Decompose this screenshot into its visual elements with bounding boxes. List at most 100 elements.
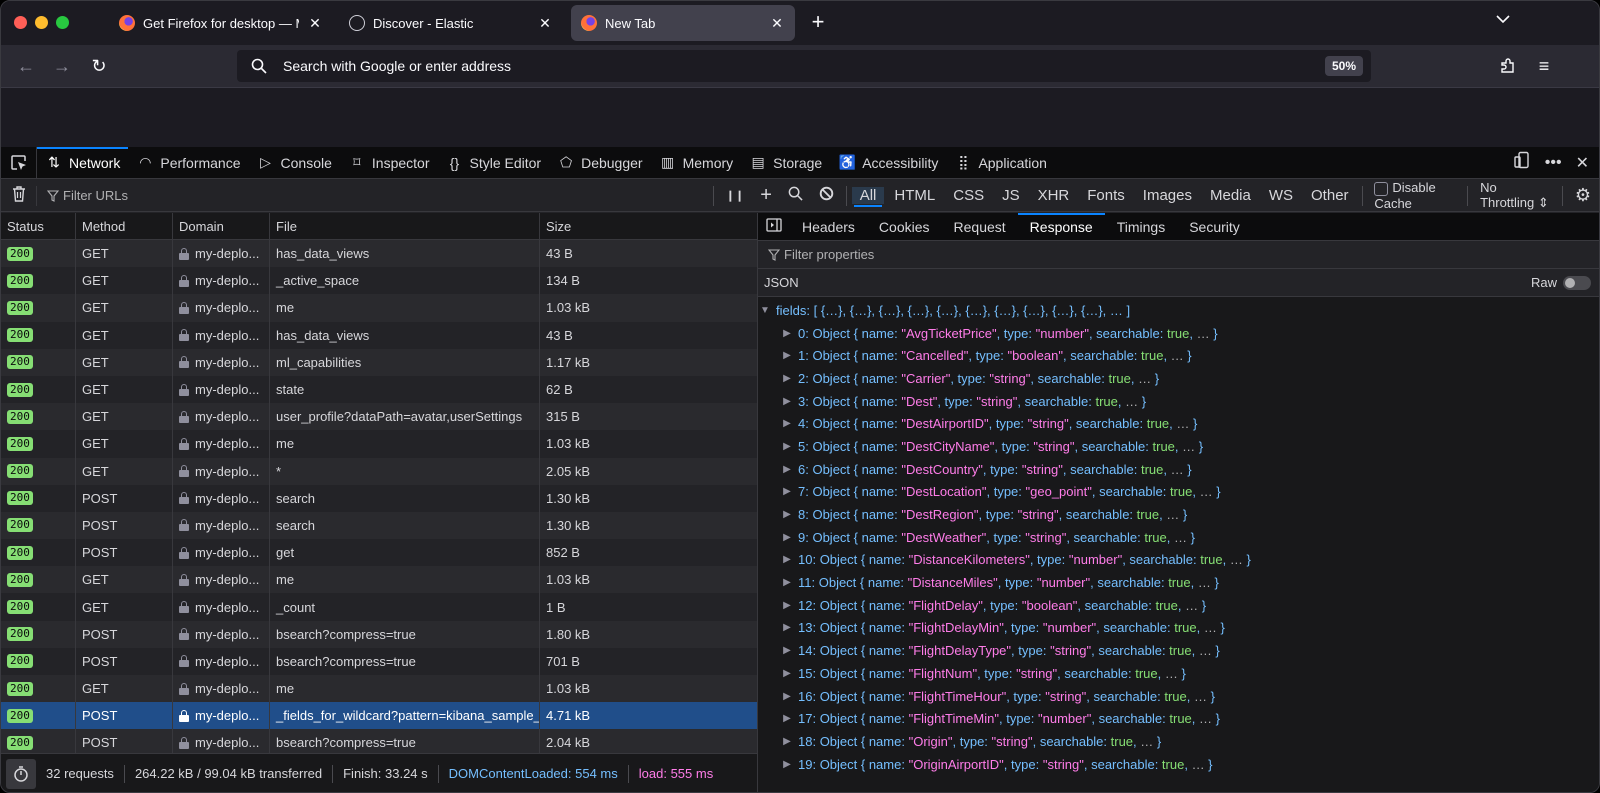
json-object-node[interactable]: ▶ 9: Object { name: "DestWeather", type: …: [758, 526, 1599, 549]
type-filter-all[interactable]: All: [851, 187, 885, 207]
request-row[interactable]: 200 POST my-deplo... bsearch?compress=true 7…: [1, 647, 757, 675]
reload-button[interactable]: ↻: [86, 53, 112, 79]
json-object-node[interactable]: ▶ 13: Object { name: "FlightDelayMin", ty…: [758, 617, 1599, 640]
tool-tab-memory[interactable]: ▥ Memory: [651, 147, 742, 179]
extensions-button[interactable]: [1495, 53, 1521, 79]
expanded-arrow-icon[interactable]: ▼: [758, 305, 772, 316]
request-row[interactable]: 200 POST my-deplo... search 1.30 kB: [1, 484, 757, 512]
performance-analysis-button[interactable]: [6, 759, 36, 789]
request-row[interactable]: 200 GET my-deplo... me 1.03 kB: [1, 675, 757, 703]
forward-button[interactable]: →: [49, 53, 75, 79]
minimize-window-button[interactable]: [35, 16, 48, 29]
browser-tab-firefox[interactable]: Get Firefox for desktop — Mozilla ✕: [109, 5, 333, 41]
type-filter-media[interactable]: Media: [1202, 187, 1259, 204]
type-filter-other[interactable]: Other: [1303, 187, 1357, 204]
request-row[interactable]: 200 GET my-deplo... me 1.03 kB: [1, 430, 757, 458]
request-row[interactable]: 200 GET my-deplo... me 1.03 kB: [1, 294, 757, 322]
tool-tab-accessibility[interactable]: ♿ Accessibility: [830, 147, 946, 179]
add-request-button[interactable]: +: [752, 184, 780, 207]
request-row[interactable]: 200 POST my-deplo... bsearch?compress=true 2…: [1, 729, 757, 753]
tool-tab-debugger[interactable]: ⬠ Debugger: [549, 147, 651, 179]
back-button[interactable]: ←: [13, 53, 39, 79]
address-bar[interactable]: Search with Google or enter address 50%: [237, 50, 1371, 82]
json-object-node[interactable]: ▶ 16: Object { name: "FlightTimeHour", ty…: [758, 685, 1599, 708]
details-tab-timings[interactable]: Timings: [1105, 213, 1178, 241]
close-tab-icon[interactable]: ✕: [307, 15, 323, 32]
type-filter-images[interactable]: Images: [1135, 187, 1200, 204]
tool-tab-console[interactable]: ▷ Console: [249, 147, 340, 179]
request-row[interactable]: 200 POST my-deplo... bsearch?compress=true 1…: [1, 620, 757, 648]
throttling-select[interactable]: No Throttling ⇕: [1472, 180, 1558, 211]
search-requests-button[interactable]: [780, 186, 811, 205]
raw-toggle[interactable]: Raw: [1531, 275, 1591, 290]
json-object-node[interactable]: ▶ 15: Object { name: "FlightNum", type: "…: [758, 662, 1599, 685]
collapsed-arrow-icon[interactable]: ▶: [780, 418, 794, 429]
json-object-node[interactable]: ▶ 8: Object { name: "DestRegion", type: "…: [758, 503, 1599, 526]
json-object-node[interactable]: ▶ 3: Object { name: "Dest", type: "string…: [758, 390, 1599, 413]
details-tab-request[interactable]: Request: [942, 213, 1018, 241]
json-object-node[interactable]: ▶ 0: Object { name: "AvgTicketPrice", typ…: [758, 322, 1599, 345]
collapsed-arrow-icon[interactable]: ▶: [780, 668, 794, 679]
list-all-tabs-button[interactable]: [1495, 11, 1511, 30]
json-object-node[interactable]: ▶ 14: Object { name: "FlightDelayType", t…: [758, 639, 1599, 662]
column-header-domain[interactable]: Domain: [173, 213, 270, 239]
collapsed-arrow-icon[interactable]: ▶: [780, 486, 794, 497]
maximize-window-button[interactable]: [56, 16, 69, 29]
details-tab-headers[interactable]: Headers: [790, 213, 867, 241]
json-object-node[interactable]: ▶ 4: Object { name: "DestAirportID", type…: [758, 412, 1599, 435]
request-row[interactable]: 200 GET my-deplo... _active_space 134 B: [1, 267, 757, 295]
tool-tab-application[interactable]: ⣿ Application: [946, 147, 1055, 179]
details-tab-security[interactable]: Security: [1177, 213, 1252, 241]
element-picker-button[interactable]: [1, 146, 37, 179]
tool-tab-performance[interactable]: ◠ Performance: [128, 147, 248, 179]
json-object-node[interactable]: ▶ 2: Object { name: "Carrier", type: "str…: [758, 367, 1599, 390]
collapsed-arrow-icon[interactable]: ▶: [780, 554, 794, 565]
collapsed-arrow-icon[interactable]: ▶: [780, 713, 794, 724]
collapsed-arrow-icon[interactable]: ▶: [780, 645, 794, 656]
collapsed-arrow-icon[interactable]: ▶: [780, 691, 794, 702]
collapsed-arrow-icon[interactable]: ▶: [780, 509, 794, 520]
collapsed-arrow-icon[interactable]: ▶: [780, 464, 794, 475]
type-filter-js[interactable]: JS: [994, 187, 1028, 204]
close-tab-icon[interactable]: ✕: [769, 15, 785, 32]
request-row[interactable]: 200 POST my-deplo... get 852 B: [1, 539, 757, 567]
column-header-size[interactable]: Size: [540, 213, 757, 239]
tool-tab-storage[interactable]: ▤ Storage: [741, 147, 830, 179]
collapsed-arrow-icon[interactable]: ▶: [780, 532, 794, 543]
more-options-button[interactable]: •••: [1545, 154, 1562, 172]
json-object-node[interactable]: ▶ 10: Object { name: "DistanceKilometers"…: [758, 549, 1599, 572]
tool-tab-network[interactable]: ⇅ Network: [37, 146, 129, 179]
json-object-node[interactable]: ▶ 12: Object { name: "FlightDelay", type:…: [758, 594, 1599, 617]
request-row[interactable]: 200 POST my-deplo... _fields_for_wildcard?p…: [1, 702, 757, 730]
request-row[interactable]: 200 GET my-deplo... ml_capabilities 1.17 kB: [1, 348, 757, 376]
pause-recording-button[interactable]: ❙❙: [718, 189, 752, 202]
column-header-method[interactable]: Method: [76, 213, 173, 239]
block-requests-button[interactable]: [811, 186, 842, 205]
request-row[interactable]: 200 GET my-deplo... user_profile?dataPath=a…: [1, 403, 757, 431]
responsive-design-mode-button[interactable]: [1513, 151, 1531, 174]
collapsed-arrow-icon[interactable]: ▶: [780, 577, 794, 588]
request-row[interactable]: 200 GET my-deplo... has_data_views 43 B: [1, 240, 757, 268]
filter-properties-input[interactable]: Filter properties: [758, 241, 1599, 269]
zoom-level-button[interactable]: 50%: [1324, 56, 1363, 76]
request-row[interactable]: 200 GET my-deplo... * 2.05 kB: [1, 457, 757, 485]
json-object-node[interactable]: ▶ 19: Object { name: "OriginAirportID", t…: [758, 753, 1599, 776]
json-object-node[interactable]: ▶ 11: Object { name: "DistanceMiles", typ…: [758, 571, 1599, 594]
request-row[interactable]: 200 GET my-deplo... state 62 B: [1, 375, 757, 404]
collapsed-arrow-icon[interactable]: ▶: [780, 373, 794, 384]
tool-tab-style-editor[interactable]: {} Style Editor: [437, 147, 549, 179]
collapsed-arrow-icon[interactable]: ▶: [780, 396, 794, 407]
details-tab-cookies[interactable]: Cookies: [867, 213, 942, 241]
tool-tab-inspector[interactable]: ⌑ Inspector: [340, 147, 438, 179]
column-header-file[interactable]: File: [270, 213, 540, 239]
toggle-sidebar-button[interactable]: [758, 218, 790, 235]
details-tab-response[interactable]: Response: [1017, 212, 1105, 241]
json-object-node[interactable]: ▶ 5: Object { name: "DestCityName", type:…: [758, 435, 1599, 458]
close-window-button[interactable]: [14, 16, 27, 29]
collapsed-arrow-icon[interactable]: ▶: [780, 759, 794, 770]
json-object-node[interactable]: ▶ 17: Object { name: "FlightTimeMin", typ…: [758, 707, 1599, 730]
collapsed-arrow-icon[interactable]: ▶: [780, 600, 794, 611]
new-tab-button[interactable]: +: [807, 9, 829, 35]
type-filter-xhr[interactable]: XHR: [1030, 187, 1078, 204]
type-filter-css[interactable]: CSS: [945, 187, 992, 204]
